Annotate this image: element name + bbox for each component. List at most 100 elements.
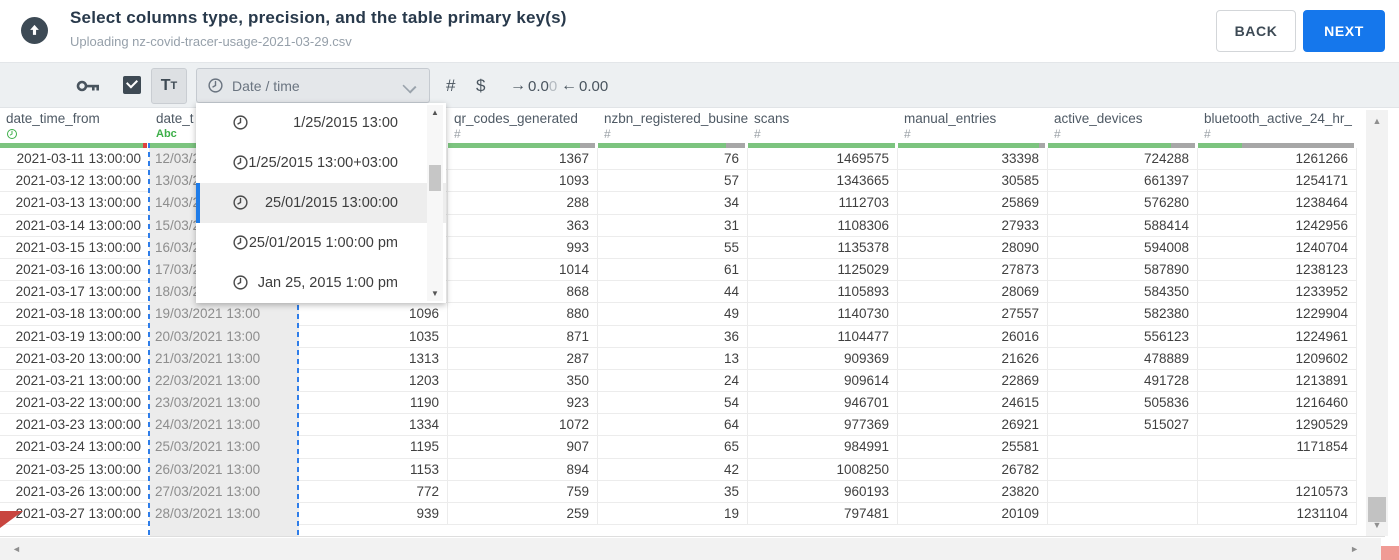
scroll-right-arrow-icon[interactable]: ► (1350, 544, 1359, 554)
table-cell: 20109 (898, 503, 1048, 526)
dropdown-scrollbar-thumb[interactable] (429, 165, 441, 191)
column-name: nzbn_registered_busine (604, 111, 748, 126)
dropdown-scroll-up-icon[interactable]: ▲ (427, 108, 443, 117)
table-cell (1048, 480, 1198, 503)
dropdown-option[interactable]: 25/01/2015 13:00:00 (196, 183, 446, 223)
column-name: qr_codes_generated (454, 111, 578, 126)
table-cell: 28090 (898, 236, 1048, 259)
table-row: 2021-03-27 13:00:00 28/03/2021 13:00 939 25… (0, 503, 1357, 526)
table-cell: 960193 (748, 480, 898, 503)
arrow-up-icon (30, 24, 39, 35)
increase-decimal-button[interactable]: → 0.0 0 (510, 63, 557, 109)
table-cell: 1112703 (748, 192, 898, 215)
table-cell: 1213891 (1198, 369, 1357, 393)
column-header[interactable]: bluetooth_active_24_hr_ # (1198, 108, 1357, 143)
table-cell: 1209602 (1198, 347, 1357, 370)
selected-column-left-border (148, 143, 150, 536)
table-cell: 2021-03-11 13:00:00 (0, 148, 150, 171)
horizontal-scrollbar[interactable]: ◄ ► (0, 538, 1381, 560)
table-cell: 2021-03-24 13:00:00 (0, 436, 150, 459)
column-header[interactable]: active_devices # (1048, 108, 1198, 143)
back-button[interactable]: BACK (1216, 10, 1296, 52)
column-header[interactable]: manual_entries # (898, 108, 1048, 143)
table-cell: 27557 (898, 303, 1048, 326)
text-type-button[interactable]: TT (151, 68, 187, 104)
table-cell: 1096 (299, 303, 448, 326)
table-cell: 288 (448, 192, 598, 215)
dropdown-option-label: 1/25/2015 13:00 (293, 115, 398, 131)
primary-key-button[interactable] (76, 63, 102, 109)
dropdown-option[interactable]: Jan 25, 2015 1:00 pm (196, 263, 446, 303)
table-cell: 1093 (448, 170, 598, 193)
table-cell: 1343665 (748, 170, 898, 193)
table-cell: 259 (448, 503, 598, 526)
dropdown-option[interactable]: 1/25/2015 13:00 (196, 103, 446, 143)
table-cell: 287 (448, 347, 598, 370)
text-type-glyph: T (160, 77, 171, 94)
table-cell (1048, 436, 1198, 459)
table-cell: 27/03/2021 13:00 (150, 480, 299, 503)
datetime-select-value: Date / time (232, 77, 300, 94)
table-cell: 759 (448, 480, 598, 503)
table-cell: 2021-03-19 13:00:00 (0, 325, 150, 348)
dropdown-scroll-down-icon[interactable]: ▼ (427, 289, 443, 298)
boolean-type-checkbox[interactable] (123, 76, 141, 94)
table-cell: 909369 (748, 347, 898, 370)
table-cell: 24615 (898, 392, 1048, 415)
dropdown-option-label: Jan 25, 2015 1:00 pm (257, 275, 398, 291)
table-cell: 25/03/2021 13:00 (150, 436, 299, 459)
column-header[interactable]: date_time_from (0, 108, 150, 143)
table-cell: 57 (598, 170, 748, 193)
table-cell: 1290529 (1198, 414, 1357, 437)
scroll-down-arrow-icon[interactable]: ▼ (1366, 520, 1388, 530)
key-icon (76, 80, 99, 92)
arrow-right-icon: → (510, 77, 526, 94)
column-header[interactable]: nzbn_registered_busine # (598, 108, 748, 143)
dropdown-option[interactable]: 25/01/2015 1:00:00 pm (196, 223, 446, 263)
decrease-decimal-button[interactable]: ← 0.00 (561, 63, 608, 109)
table-cell: 797481 (748, 503, 898, 526)
table-cell: 21/03/2021 13:00 (150, 347, 299, 370)
table-row: 2021-03-25 13:00:00 26/03/2021 13:00 1153 8… (0, 458, 1357, 481)
table-cell: 939 (299, 503, 448, 526)
dropdown-option[interactable]: 1/25/2015 13:00+03:00 (196, 143, 446, 183)
table-cell: 2021-03-18 13:00:00 (0, 303, 150, 326)
table-cell: 556123 (1048, 325, 1198, 348)
table-cell: 23820 (898, 480, 1048, 503)
integer-type-button[interactable]: # (446, 63, 455, 109)
table-cell: 1195 (299, 436, 448, 459)
column-name: scans (754, 111, 790, 126)
scroll-left-arrow-icon[interactable]: ◄ (12, 544, 21, 554)
scroll-up-arrow-icon[interactable]: ▲ (1366, 116, 1388, 126)
table-cell: 1008250 (748, 458, 898, 481)
column-header[interactable]: qr_codes_generated # (448, 108, 598, 143)
datetime-format-select[interactable]: Date / time (196, 68, 430, 103)
table-cell: 1125029 (748, 258, 898, 282)
chevron-down-icon (402, 79, 417, 94)
table-cell: 22869 (898, 369, 1048, 393)
vertical-scrollbar-thumb[interactable] (1368, 497, 1386, 522)
table-row: 2021-03-24 13:00:00 25/03/2021 13:00 1195 9… (0, 436, 1357, 459)
table-cell (1048, 458, 1198, 481)
currency-type-button[interactable]: $ (476, 63, 485, 109)
table-cell: 894 (448, 458, 598, 481)
table-cell: 1233952 (1198, 281, 1357, 304)
clock-icon (207, 77, 224, 94)
dropdown-option-label: 1/25/2015 13:00+03:00 (248, 155, 398, 171)
table-cell (1048, 503, 1198, 526)
next-button[interactable]: NEXT (1303, 10, 1385, 52)
table-cell: 946701 (748, 392, 898, 415)
dropdown-scrollbar[interactable]: ▲ ▼ (427, 105, 443, 301)
table-cell: 28069 (898, 281, 1048, 304)
table-cell: 1242956 (1198, 214, 1357, 237)
column-name: active_devices (1054, 111, 1143, 126)
table-cell: 2021-03-25 13:00:00 (0, 458, 150, 481)
table-cell: 1014 (448, 258, 598, 282)
table-cell: 772 (299, 480, 448, 503)
table-cell: 2021-03-12 13:00:00 (0, 170, 150, 193)
table-cell: 909614 (748, 369, 898, 393)
vertical-scrollbar[interactable]: ▲ ▼ (1366, 110, 1388, 536)
number-type-indicator: # (454, 127, 461, 141)
column-header[interactable]: scans # (748, 108, 898, 143)
table-row: 2021-03-19 13:00:00 20/03/2021 13:00 1035 8… (0, 325, 1357, 348)
